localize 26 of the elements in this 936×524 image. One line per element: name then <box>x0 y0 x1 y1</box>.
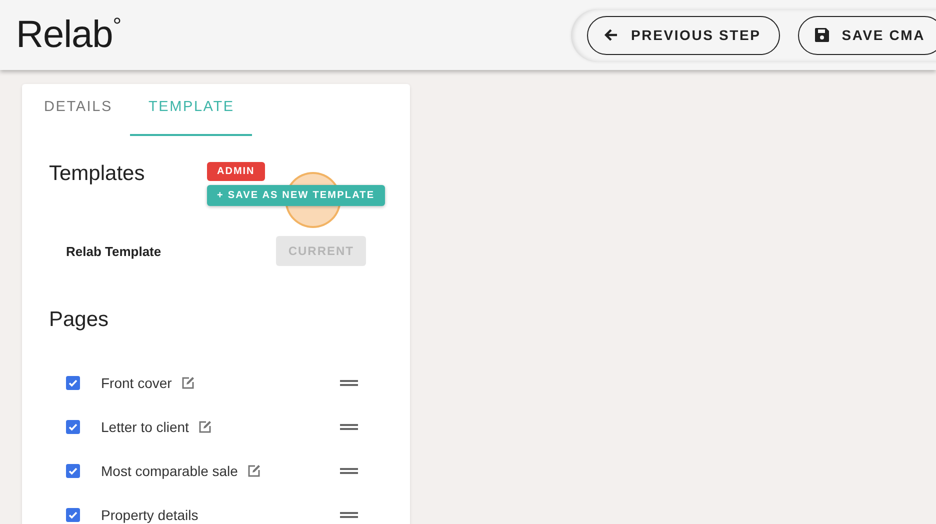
page-label: Letter to client <box>101 418 189 434</box>
save-as-new-template-button[interactable]: + SAVE AS NEW TEMPLATE <box>207 185 385 206</box>
edit-icon[interactable] <box>180 376 195 390</box>
edit-icon[interactable] <box>198 420 212 434</box>
logo: Relab$^{°}$ <box>16 14 122 56</box>
arrow-left-icon <box>603 27 620 43</box>
page-label: Most comparable sale <box>101 462 238 478</box>
drag-handle-icon[interactable] <box>340 510 358 518</box>
page-label: Property details <box>101 506 198 522</box>
checkbox[interactable] <box>66 464 80 478</box>
page-label: Front cover <box>101 374 172 390</box>
tab[interactable]: TEMPLATE <box>130 84 252 136</box>
save-button[interactable]: SAVE CMA <box>798 16 936 54</box>
template-name: Relab Template <box>66 244 162 258</box>
section-heading: Pages <box>48 307 110 332</box>
admin-badge: ADMIN <box>207 162 265 181</box>
checkbox[interactable] <box>66 420 80 434</box>
drag-handle-icon[interactable] <box>340 422 358 430</box>
tab[interactable]: DETAILS <box>26 84 130 136</box>
checkbox[interactable] <box>66 376 80 390</box>
previous-step-button[interactable]: PREVIOUS STEP <box>587 16 780 54</box>
section-heading: Templates <box>49 162 146 187</box>
drag-handle-icon[interactable] <box>340 378 358 386</box>
checkbox[interactable] <box>66 508 80 522</box>
edit-icon[interactable] <box>246 464 261 478</box>
drag-handle-icon[interactable] <box>340 466 358 474</box>
